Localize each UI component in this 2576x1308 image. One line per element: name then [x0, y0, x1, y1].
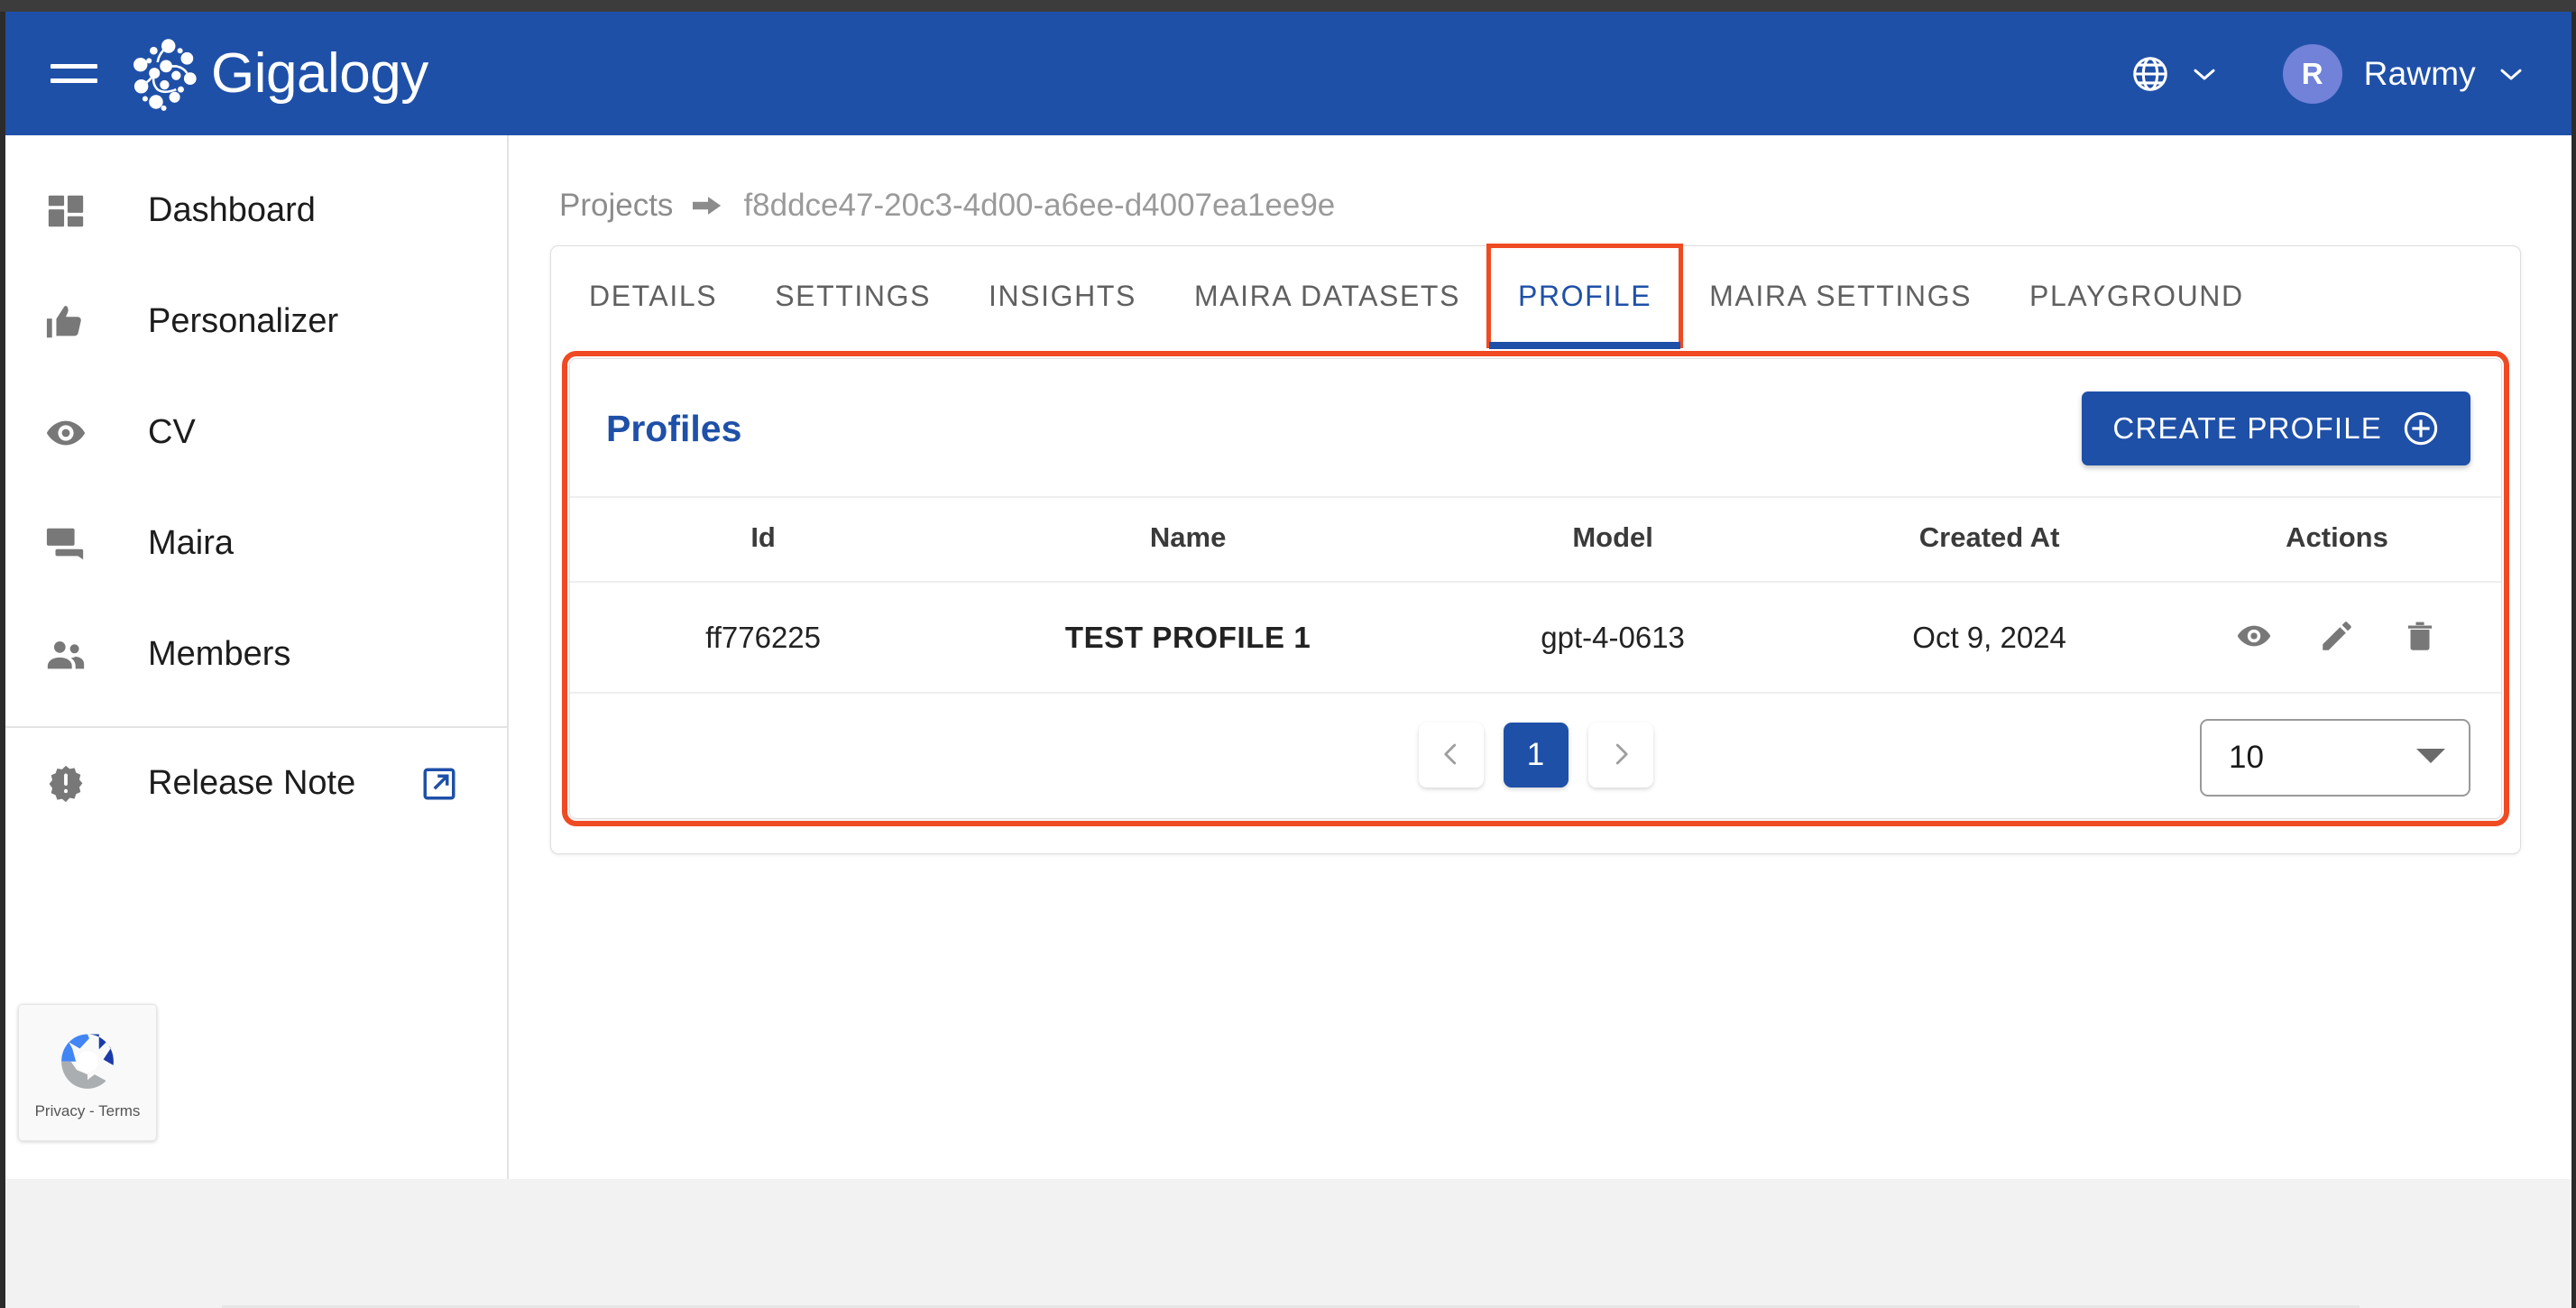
- cell-created-at: Oct 9, 2024: [1806, 582, 2173, 694]
- main-content: Projects f8ddce47-20c3-4d00-a6ee-d4007ea…: [509, 135, 2571, 1179]
- topbar-actions: R Rawmy: [2130, 43, 2525, 104]
- chevron-right-icon: [1607, 741, 1634, 770]
- thumbs-up-icon: [38, 301, 94, 343]
- avatar: R: [2282, 43, 2342, 104]
- column-header-name: Name: [956, 496, 1421, 583]
- plus-circle-icon: [2402, 410, 2440, 447]
- caret-down-icon: [2416, 747, 2445, 769]
- edit-icon: [2318, 617, 2356, 658]
- sidebar-item-label: Members: [148, 635, 291, 673]
- profiles-table-head: Id Name Model Created At Actions: [570, 496, 2501, 583]
- rows-per-page-select[interactable]: 10: [2200, 719, 2470, 797]
- dashboard-grid-icon: [38, 190, 94, 232]
- column-header-actions: Actions: [2172, 496, 2501, 583]
- cell-name-link[interactable]: TEST PROFILE 1: [956, 582, 1421, 694]
- sidebar-item-personalizer[interactable]: Personalizer: [5, 266, 507, 377]
- user-menu[interactable]: R Rawmy: [2282, 43, 2525, 104]
- table-header-row: Id Name Model Created At Actions: [570, 496, 2501, 583]
- screenshot-root: Gigalogy R Rawmy Dashboard Personalizer …: [0, 0, 2576, 1308]
- sidebar-item-release-note[interactable]: Release Note: [5, 728, 507, 839]
- pagination-next-button[interactable]: [1587, 723, 1653, 788]
- rows-per-page-value: 10: [2229, 740, 2264, 775]
- sidebar-item-cv[interactable]: CV: [5, 377, 507, 488]
- profiles-card-header: Profiles CREATE PROFILE: [570, 359, 2501, 496]
- eye-icon: [38, 412, 94, 454]
- create-profile-button[interactable]: CREATE PROFILE: [2082, 391, 2470, 465]
- application-window: Gigalogy R Rawmy Dashboard Personalizer …: [5, 12, 2571, 1179]
- cell-actions: [2172, 582, 2501, 694]
- globe-icon: [2132, 56, 2167, 91]
- people-group-icon: [38, 634, 94, 676]
- chat-bubbles-icon: [38, 523, 94, 565]
- chevron-down-icon: [2500, 69, 2522, 79]
- brand-logo-link[interactable]: Gigalogy: [128, 35, 428, 113]
- project-panel: DETAILS SETTINGS INSIGHTS MAIRA DATASETS…: [550, 244, 2521, 854]
- arrow-right-icon: [693, 194, 723, 217]
- body-wrapper: Dashboard Personalizer CV Maira Members …: [5, 135, 2571, 1179]
- top-app-bar: Gigalogy R Rawmy: [5, 12, 2571, 135]
- user-name: Rawmy: [2363, 54, 2476, 92]
- breadcrumb-projects-link[interactable]: Projects: [559, 188, 673, 224]
- chevron-down-icon: [2194, 69, 2215, 79]
- column-header-id: Id: [570, 496, 957, 583]
- tab-maira-settings[interactable]: MAIRA SETTINGS: [1680, 246, 2001, 345]
- pagination-prev-button[interactable]: [1418, 723, 1484, 788]
- profiles-card: Profiles CREATE PROFILE Id Name Model Cr…: [562, 351, 2509, 826]
- recaptcha-label: Privacy - Terms: [34, 1102, 141, 1119]
- column-header-created-at: Created At: [1806, 496, 2173, 583]
- project-tabs: DETAILS SETTINGS INSIGHTS MAIRA DATASETS…: [551, 244, 2520, 349]
- row-action-group: [2173, 617, 2501, 658]
- browser-chrome-bottom: [5, 1179, 2571, 1308]
- delete-profile-button[interactable]: [2401, 617, 2439, 658]
- sidebar-item-members[interactable]: Members: [5, 599, 507, 710]
- profiles-table: Id Name Model Created At Actions ff77622…: [570, 496, 2501, 694]
- alert-badge-icon: [38, 763, 94, 805]
- delete-icon: [2401, 617, 2439, 658]
- gigalogy-logo-icon: [133, 38, 197, 111]
- recaptcha-logo-icon: [61, 1034, 114, 1089]
- cell-model: gpt-4-0613: [1420, 582, 1807, 694]
- table-row: ff776225 TEST PROFILE 1 gpt-4-0613 Oct 9…: [570, 582, 2501, 694]
- breadcrumb-current-project: f8ddce47-20c3-4d00-a6ee-d4007ea1ee9e: [743, 188, 1336, 223]
- pagination-controls: 1: [1418, 723, 1653, 788]
- recaptcha-badge[interactable]: Privacy - Terms: [18, 1004, 157, 1141]
- page-title: Profiles: [606, 407, 742, 449]
- tab-insights[interactable]: INSIGHTS: [960, 246, 1165, 345]
- sidebar-item-label: Release Note: [148, 764, 356, 802]
- pagination-page-1[interactable]: 1: [1503, 723, 1569, 788]
- brand-name: Gigalogy: [211, 41, 428, 105]
- language-selector[interactable]: [2130, 53, 2218, 95]
- sidebar-item-dashboard[interactable]: Dashboard: [5, 155, 507, 266]
- browser-chrome-top: [0, 0, 2576, 12]
- create-profile-label: CREATE PROFILE: [2112, 411, 2382, 445]
- sidebar-nav-list: Dashboard Personalizer CV Maira Members …: [5, 135, 507, 839]
- view-icon: [2235, 617, 2273, 658]
- hamburger-bar: [51, 64, 97, 69]
- view-profile-button[interactable]: [2235, 617, 2273, 658]
- tab-profile[interactable]: PROFILE: [1486, 244, 1684, 349]
- breadcrumb: Projects f8ddce47-20c3-4d00-a6ee-d4007ea…: [509, 135, 2571, 223]
- tab-details[interactable]: DETAILS: [560, 246, 746, 345]
- tab-playground[interactable]: PLAYGROUND: [2001, 246, 2273, 345]
- profiles-table-body: ff776225 TEST PROFILE 1 gpt-4-0613 Oct 9…: [570, 582, 2501, 694]
- sidebar-item-label: CV: [148, 413, 196, 451]
- hamburger-bar: [51, 78, 97, 83]
- tab-maira-datasets[interactable]: MAIRA DATASETS: [1165, 246, 1489, 345]
- cell-id: ff776225: [570, 582, 957, 694]
- column-header-model: Model: [1420, 496, 1807, 583]
- open-in-new-icon[interactable]: [420, 765, 458, 803]
- sidebar-item-label: Personalizer: [148, 302, 339, 340]
- hamburger-menu-icon[interactable]: [51, 56, 97, 92]
- sidebar-item-maira[interactable]: Maira: [5, 488, 507, 599]
- sidebar: Dashboard Personalizer CV Maira Members …: [5, 135, 509, 1179]
- sidebar-item-label: Dashboard: [148, 191, 316, 229]
- sidebar-item-label: Maira: [148, 524, 235, 562]
- tab-settings[interactable]: SETTINGS: [746, 246, 960, 345]
- chevron-left-icon: [1438, 741, 1465, 770]
- browser-chrome-right: [2571, 12, 2576, 1308]
- edit-profile-button[interactable]: [2318, 617, 2356, 658]
- pagination-row: 1 10: [570, 694, 2501, 818]
